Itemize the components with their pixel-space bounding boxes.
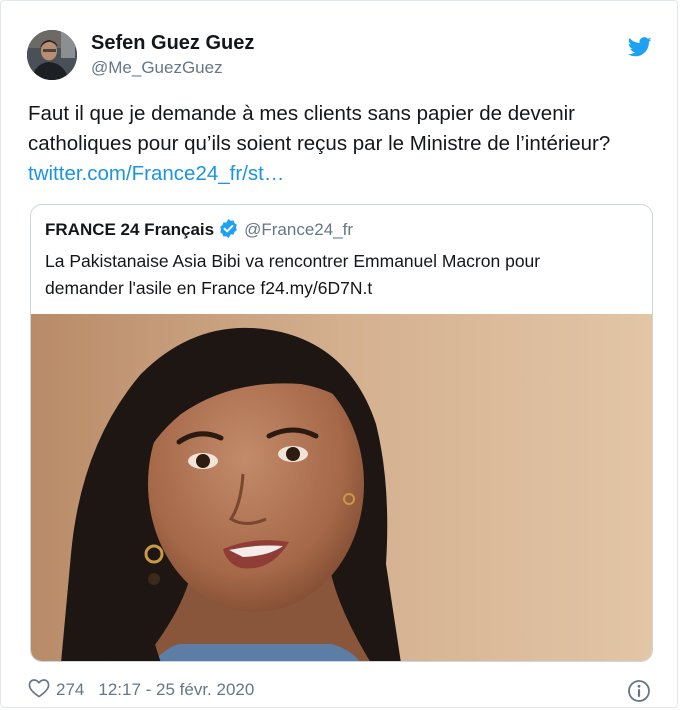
quoted-tweet-text: La Pakistanaise Asia Bibi va rencontrer … — [45, 248, 640, 302]
quoted-author-name[interactable]: FRANCE 24 Français — [45, 220, 214, 239]
avatar[interactable] — [27, 30, 77, 80]
verified-badge-icon — [219, 219, 238, 238]
tweet-footer: 274 12:17 - 25 févr. 2020 — [28, 677, 254, 703]
twitter-bird-icon[interactable] — [627, 37, 652, 57]
quoted-text-line: La Pakistanaise Asia Bibi va rencontrer … — [45, 251, 541, 271]
heart-icon — [28, 678, 50, 703]
info-icon[interactable] — [627, 679, 651, 703]
tweet-link[interactable]: twitter.com/France24_fr/st… — [28, 159, 668, 189]
timestamp[interactable]: 12:17 - 25 févr. 2020 — [98, 680, 254, 700]
tweet-text-line: catholiques pour qu’ils soient reçus par… — [28, 132, 611, 155]
quoted-text-line: demander l'asile en France f24.my/6D7N.t — [45, 278, 373, 298]
embedded-tweet: Sefen Guez Guez @Me_GuezGuez Faut il que… — [0, 0, 678, 708]
tweet-text-line: Faut il que je demande à mes clients san… — [28, 102, 575, 125]
author-name[interactable]: Sefen Guez Guez — [91, 32, 254, 55]
author-handle[interactable]: @Me_GuezGuez — [91, 58, 223, 78]
quoted-tweet[interactable]: FRANCE 24 Français @France24_fr La Pakist… — [30, 204, 653, 662]
quoted-author-handle[interactable]: @France24_fr — [244, 220, 353, 239]
tweet-text: Faut il que je demande à mes clients san… — [28, 99, 668, 189]
like-count: 274 — [56, 680, 85, 699]
like-button[interactable]: 274 — [28, 678, 98, 703]
quoted-tweet-photo[interactable] — [31, 314, 652, 661]
quoted-tweet-header: FRANCE 24 Français @France24_fr — [45, 219, 353, 240]
